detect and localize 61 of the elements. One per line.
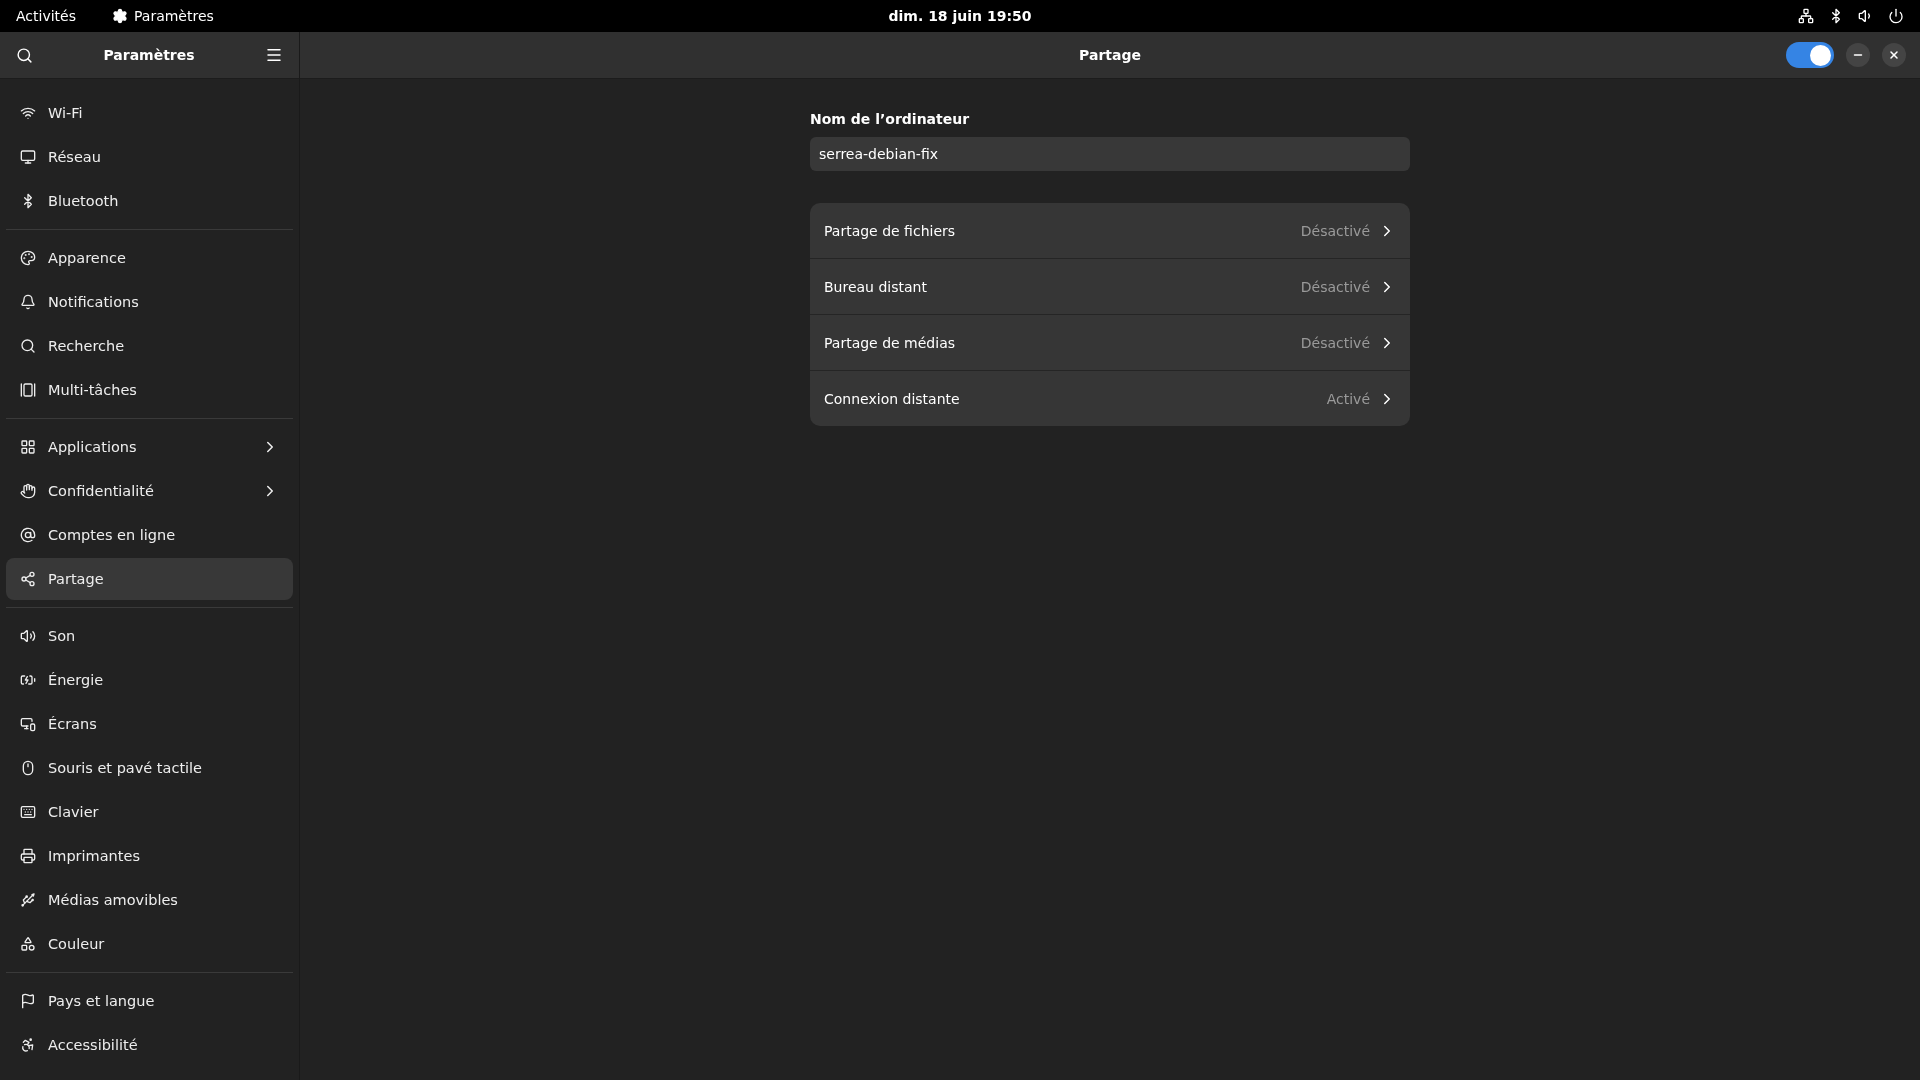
page-title: Partage: [1079, 47, 1141, 63]
grid-icon: [20, 439, 36, 455]
search-icon: [20, 338, 36, 354]
sidebar-title: Paramètres: [103, 47, 195, 63]
sidebar-item[interactable]: Réseau: [6, 136, 293, 178]
shapes-icon: [20, 936, 36, 952]
service-row[interactable]: Connexion distante Activé: [810, 370, 1410, 426]
search-icon[interactable]: [16, 46, 33, 64]
service-row[interactable]: Partage de médias Désactivé: [810, 314, 1410, 370]
sidebar-item[interactable]: Recherche: [6, 325, 293, 367]
network-icon[interactable]: [1798, 8, 1814, 24]
bell-icon: [20, 294, 36, 310]
sidebar-item[interactable]: Confidentialité: [6, 470, 293, 512]
flag-icon: [20, 993, 36, 1009]
close-button[interactable]: [1882, 43, 1906, 67]
sidebar-item[interactable]: Applications: [6, 426, 293, 468]
sidebar-item[interactable]: Son: [6, 615, 293, 657]
battery-icon: [20, 672, 36, 688]
speaker-icon: [20, 628, 36, 644]
menu-icon[interactable]: [265, 46, 283, 64]
clock[interactable]: dim. 18 juin 19:50: [888, 8, 1032, 24]
share-icon: [20, 571, 36, 587]
monitor-icon: [20, 149, 36, 165]
sidebar-item[interactable]: Partage: [6, 558, 293, 600]
sidebar-item[interactable]: Multi-tâches: [6, 369, 293, 411]
usb-icon: [20, 892, 36, 908]
power-icon[interactable]: [1888, 8, 1904, 24]
sidebar-item[interactable]: Bluetooth: [6, 180, 293, 222]
sidebar-item[interactable]: Notifications: [6, 281, 293, 323]
activities-button[interactable]: Activités: [16, 8, 76, 24]
keyboard-icon: [20, 804, 36, 820]
sidebar-item[interactable]: Accessibilité: [6, 1024, 293, 1066]
sidebar-item[interactable]: Écrans: [6, 703, 293, 745]
wifi-icon: [20, 105, 36, 121]
sidebar-item[interactable]: Clavier: [6, 791, 293, 833]
service-row[interactable]: Partage de fichiers Désactivé: [810, 203, 1410, 258]
hand-icon: [20, 483, 36, 499]
sidebar-item[interactable]: Médias amovibles: [6, 879, 293, 921]
at-sign-icon: [20, 527, 36, 543]
sidebar-item[interactable]: Apparence: [6, 237, 293, 279]
sidebar-item[interactable]: Énergie: [6, 659, 293, 701]
sidebar-item[interactable]: Couleur: [6, 923, 293, 965]
panels-icon: [20, 382, 36, 398]
mouse-icon: [20, 760, 36, 776]
sidebar-item[interactable]: Pays et langue: [6, 980, 293, 1022]
sidebar-item[interactable]: Souris et pavé tactile: [6, 747, 293, 789]
sidebar-item[interactable]: Comptes en ligne: [6, 514, 293, 556]
palette-icon: [20, 250, 36, 266]
sharing-switch[interactable]: [1786, 42, 1834, 68]
close-icon: [1888, 49, 1900, 61]
display-icon: [20, 716, 36, 732]
gear-icon: [112, 8, 128, 24]
field-label: Nom de l’ordinateur: [810, 111, 971, 127]
app-menu[interactable]: Paramètres: [112, 8, 214, 24]
service-row[interactable]: Bureau distant Désactivé: [810, 258, 1410, 314]
sidebar-item[interactable]: Imprimantes: [6, 835, 293, 877]
sidebar-item[interactable]: Wi-Fi: [6, 92, 293, 134]
minimize-button[interactable]: [1846, 43, 1870, 67]
printer-icon: [20, 848, 36, 864]
person-icon: [20, 1037, 36, 1053]
computer-name-field[interactable]: serrea-debian-fix: [810, 137, 1410, 171]
